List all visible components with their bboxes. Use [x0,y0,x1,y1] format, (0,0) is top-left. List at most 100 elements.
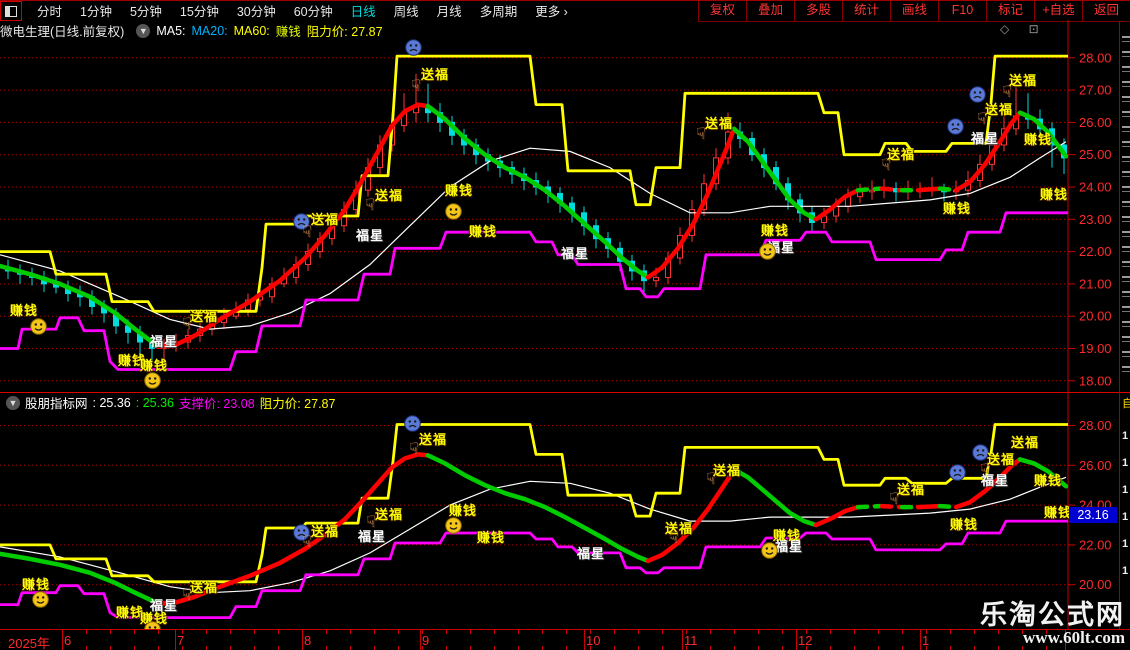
date-label: 7 [177,633,185,648]
clipped-digit: 1 [1122,511,1129,523]
axis-tick [494,646,495,650]
axis-tick [326,630,327,634]
clipped-digit: 1 [1122,484,1129,496]
clipped-digit: 1 [1122,457,1129,469]
axis-tick [230,646,231,650]
axis-tick [398,630,399,634]
month-boundary-tick [175,630,176,650]
axis-tick [686,646,687,650]
trading-app-window: 分时 1分钟 5分钟 15分钟 30分钟 60分钟 日线 周线 月线 多周期 更多 › 复权 叠加 多股… [0,0,1130,650]
axis-tick [470,630,471,634]
clipped-glyphs-texture [1122,33,1130,373]
clipped-digit: 1 [1122,430,1129,442]
axis-tick [254,646,255,650]
axis-tick [758,630,759,634]
axis-tick [230,630,231,634]
svg-text:28.00: 28.00 [1079,418,1112,433]
svg-text:27.00: 27.00 [1079,83,1112,98]
axis-tick [110,630,111,634]
axis-tick [902,630,903,634]
axis-tick [350,630,351,634]
axis-tick [902,646,903,650]
axis-tick [422,630,423,634]
axis-tick [278,646,279,650]
axis-tick [614,646,615,650]
axis-tick [374,646,375,650]
svg-text:23.00: 23.00 [1079,212,1112,227]
axis-tick [158,646,159,650]
axis-tick [542,646,543,650]
month-boundary-tick [920,630,921,650]
axis-tick [278,630,279,634]
axis-tick [446,646,447,650]
svg-text:25.00: 25.00 [1079,147,1112,162]
axis-tick [422,646,423,650]
axis-tick [254,630,255,634]
svg-text:20.00: 20.00 [1079,577,1112,592]
watermark-url: www.60lt.com [1023,628,1125,648]
date-label: 6 [64,633,72,648]
axis-tick [782,646,783,650]
axis-tick [566,646,567,650]
axis-tick [326,646,327,650]
watermark-site-name: 乐淘公式网 [980,600,1125,630]
axis-tick [878,630,879,634]
axis-tick [926,630,927,634]
axis-tick [806,646,807,650]
svg-text:22.00: 22.00 [1079,537,1112,552]
axis-tick [134,646,135,650]
axis-tick [686,630,687,634]
month-boundary-tick [682,630,683,650]
svg-text:19.00: 19.00 [1079,341,1112,356]
chart-canvas[interactable]: 28.00 27.00 26.00 25.00 24.00 23.00 22.00 21.00… [0,0,1130,650]
svg-text:22.00: 22.00 [1079,244,1112,259]
axis-tick [158,630,159,634]
svg-text:26.00: 26.00 [1079,458,1112,473]
date-label: 8 [304,633,312,648]
current-price-tag: 23.16 [1069,507,1117,523]
axis-tick [638,630,639,634]
watermark: 乐淘公式网 www.60lt.com [980,601,1125,647]
axis-tick [542,630,543,634]
axis-tick [950,646,951,650]
axis-tick [758,646,759,650]
axis-tick [110,646,111,650]
axis-tick [182,646,183,650]
axis-tick [926,646,927,650]
date-label: 9 [422,633,430,648]
axis-tick [494,630,495,634]
axis-tick [662,646,663,650]
svg-text:28.00: 28.00 [1079,50,1112,65]
axis-tick [734,630,735,634]
axis-tick [398,646,399,650]
svg-text:26.00: 26.00 [1079,115,1112,130]
right-edge-clipped-panel[interactable]: 自 1 1 1 1 1 1 [1119,21,1130,629]
axis-tick [470,646,471,650]
axis-tick [374,630,375,634]
month-boundary-tick [584,630,585,650]
date-label: 2025年 [8,636,50,650]
axis-tick [134,630,135,634]
axis-tick [854,646,855,650]
axis-tick [662,630,663,634]
month-boundary-tick [62,630,63,650]
svg-text:24.00: 24.00 [1079,180,1112,195]
svg-text:21.00: 21.00 [1079,276,1112,291]
axis-tick [350,646,351,650]
strip-tab-char: 自 [1122,398,1130,410]
clipped-digit: 1 [1122,565,1129,577]
axis-tick [518,630,519,634]
svg-text:20.00: 20.00 [1079,309,1112,324]
axis-tick [590,630,591,634]
axis-tick [446,630,447,634]
date-label: 10 [586,633,601,648]
axis-tick [518,646,519,650]
axis-tick [974,646,975,650]
svg-text:18.00: 18.00 [1079,373,1112,388]
axis-tick [854,630,855,634]
clipped-digit: 1 [1122,538,1129,550]
axis-tick [830,630,831,634]
axis-tick [590,646,591,650]
month-boundary-tick [796,630,797,650]
axis-tick [734,646,735,650]
